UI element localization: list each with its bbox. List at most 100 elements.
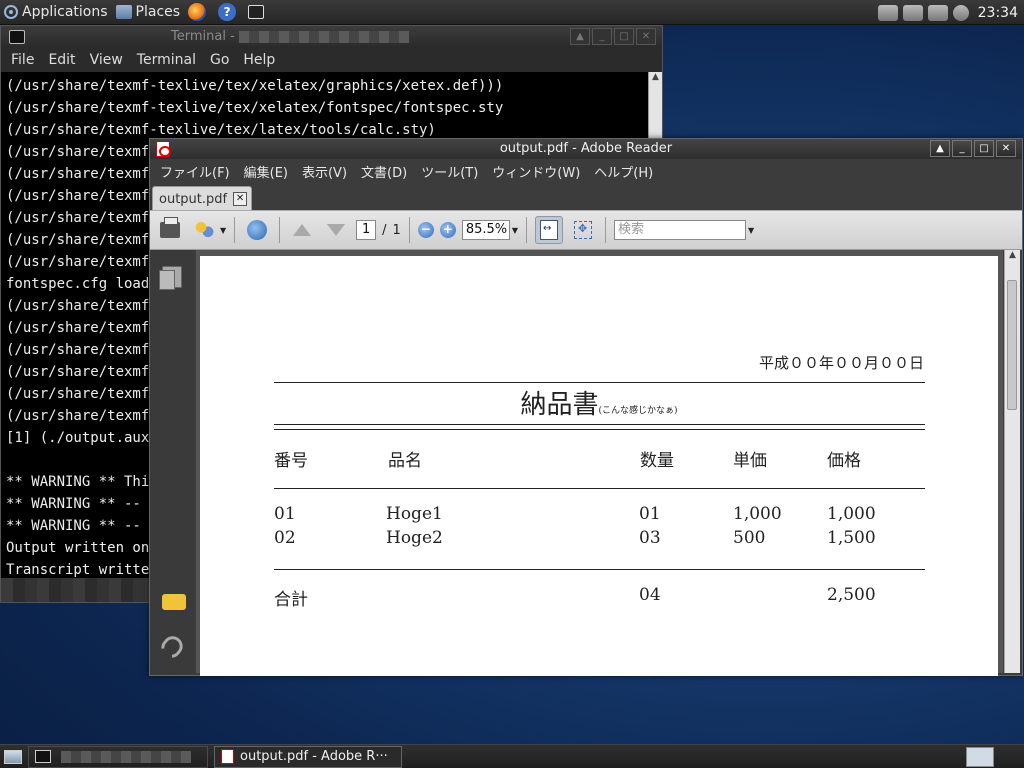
- fit-width-icon: [539, 220, 558, 240]
- comments-icon[interactable]: [162, 594, 186, 610]
- print-button[interactable]: [156, 216, 184, 244]
- table-cell: 01: [274, 504, 296, 524]
- tab-label: output.pdf: [159, 191, 228, 207]
- applications-menu[interactable]: Applications: [0, 0, 112, 25]
- menu-help[interactable]: Help: [243, 52, 275, 68]
- adobe-reader-window: output.pdf - Adobe Reader ▲ _ □ ✕ ファイル(F…: [149, 138, 1023, 676]
- menu-view[interactable]: 表示(V): [302, 162, 347, 181]
- header-quantity: 数量: [640, 451, 674, 471]
- close-tab-icon[interactable]: ✕: [233, 192, 248, 206]
- navigation-pane: [150, 250, 194, 675]
- menu-terminal[interactable]: Terminal: [137, 52, 196, 68]
- printer-icon: [160, 217, 180, 238]
- maximize-button[interactable]: □: [974, 140, 994, 157]
- menu-view[interactable]: View: [90, 52, 123, 68]
- close-button[interactable]: ✕: [996, 140, 1016, 157]
- table-cell: Hoge1: [386, 504, 443, 524]
- places-icon: [115, 5, 132, 19]
- help-launcher[interactable]: ?: [214, 0, 244, 25]
- arrow-down-icon: [327, 224, 346, 236]
- search-input[interactable]: 検索: [613, 220, 746, 240]
- reader-titlebar[interactable]: output.pdf - Adobe Reader ▲ _ □ ✕: [150, 139, 1022, 159]
- bottom-panel: output.pdf - Adobe R···: [0, 744, 1024, 768]
- collaborate-button[interactable]: [190, 216, 218, 244]
- table-cell: 1,000: [827, 504, 876, 524]
- minimize-button[interactable]: _: [592, 28, 612, 45]
- menu-file[interactable]: ファイル(F): [160, 162, 230, 181]
- document-viewport[interactable]: 平成００年００月００日 納品書(こんな感じかなぁ) 番号 品名 数量 単価 価格…: [196, 250, 1003, 676]
- menu-edit[interactable]: Edit: [48, 52, 75, 68]
- chevron-down-icon[interactable]: ▼: [220, 226, 226, 235]
- document-scrollbar[interactable]: ▲: [1004, 250, 1020, 673]
- menu-help[interactable]: ヘルプ(H): [594, 162, 653, 181]
- next-page-button[interactable]: [322, 216, 350, 244]
- title-note: (こんな感じかなぁ): [598, 406, 678, 416]
- chevron-down-icon[interactable]: ▼: [512, 226, 518, 235]
- terminal-menubar: File Edit View Terminal Go Help: [1, 48, 662, 72]
- firefox-launcher[interactable]: [184, 0, 214, 25]
- pages-icon[interactable]: [159, 266, 182, 290]
- web-service-button[interactable]: [243, 216, 271, 244]
- applications-label: Applications: [22, 4, 108, 20]
- toolbar-divider: [408, 217, 410, 243]
- rule: [274, 569, 925, 570]
- toolbar-divider: [604, 217, 606, 243]
- taskbar-reader-label: output.pdf - Adobe R···: [240, 749, 388, 764]
- workspace-switcher[interactable]: [966, 747, 994, 767]
- arrow-up-icon: [293, 224, 312, 236]
- reader-menubar: ファイル(F) 編集(E) 表示(V) 文書(D) ツール(T) ウィンドウ(W…: [150, 159, 1022, 184]
- table-cell: 03: [639, 528, 661, 548]
- pdf-icon: [221, 749, 234, 764]
- toolbar-divider: [279, 217, 281, 243]
- page-number-input[interactable]: 1: [356, 220, 377, 240]
- table-cell: Hoge2: [386, 528, 443, 548]
- notification-icon[interactable]: [902, 4, 923, 21]
- maximize-button[interactable]: □: [614, 28, 634, 45]
- paperclip-icon[interactable]: [157, 632, 187, 662]
- menu-edit[interactable]: 編集(E): [244, 162, 288, 181]
- scroll-up-arrow-icon[interactable]: ▲: [1005, 250, 1020, 264]
- document-tabs: output.pdf ✕: [150, 184, 1022, 211]
- clock[interactable]: 23:34: [978, 5, 1018, 21]
- zoom-level-input[interactable]: 85.5%: [461, 220, 510, 240]
- document-title: 納品書(こんな感じかなぁ): [520, 390, 678, 420]
- show-desktop-icon[interactable]: [4, 749, 22, 764]
- close-button[interactable]: ✕: [636, 28, 656, 45]
- taskbar-terminal[interactable]: [28, 745, 208, 768]
- places-menu[interactable]: Places: [112, 0, 185, 25]
- table-cell: 1,000: [733, 504, 782, 524]
- scroll-up-arrow-icon[interactable]: ▲: [649, 72, 662, 86]
- scrollbar-thumb[interactable]: [1007, 280, 1017, 410]
- previous-page-button[interactable]: [288, 216, 316, 244]
- table-cell: 500: [733, 528, 766, 548]
- minimize-button[interactable]: _: [952, 140, 972, 157]
- menu-tools[interactable]: ツール(T): [421, 162, 478, 181]
- volume-icon[interactable]: [952, 4, 969, 21]
- tab-output-pdf[interactable]: output.pdf ✕: [152, 186, 252, 211]
- menu-file[interactable]: File: [11, 52, 34, 68]
- zoom-in-button[interactable]: +: [439, 222, 456, 238]
- menu-go[interactable]: Go: [210, 52, 229, 68]
- toolbar-divider: [234, 217, 236, 243]
- menu-window[interactable]: ウィンドウ(W): [492, 162, 580, 181]
- globe-icon: [247, 220, 268, 240]
- menu-document[interactable]: 文書(D): [361, 162, 407, 181]
- total-quantity: 04: [639, 585, 661, 605]
- terminal-icon: [248, 5, 265, 19]
- terminal-line: (/usr/share/texmf-texlive/tex/xelatex/fo…: [6, 100, 504, 116]
- terminal-launcher[interactable]: [244, 0, 272, 25]
- shade-button[interactable]: ▲: [930, 140, 950, 157]
- battery-icon[interactable]: [927, 4, 948, 21]
- chevron-down-icon[interactable]: ▼: [748, 226, 754, 235]
- zoom-out-button[interactable]: −: [417, 222, 434, 238]
- fit-width-button[interactable]: [534, 216, 563, 244]
- terminal-title: Terminal -: [171, 29, 409, 44]
- shade-button[interactable]: ▲: [570, 28, 590, 45]
- full-screen-button[interactable]: [569, 216, 597, 244]
- header-item: 品名: [388, 451, 422, 471]
- redacted-text: [238, 30, 409, 43]
- total-label: 合計: [274, 590, 308, 610]
- terminal-titlebar[interactable]: Terminal - ▲ _ □ ✕: [1, 26, 662, 48]
- taskbar-adobe-reader[interactable]: output.pdf - Adobe R···: [214, 745, 402, 768]
- network-icon[interactable]: [877, 4, 898, 21]
